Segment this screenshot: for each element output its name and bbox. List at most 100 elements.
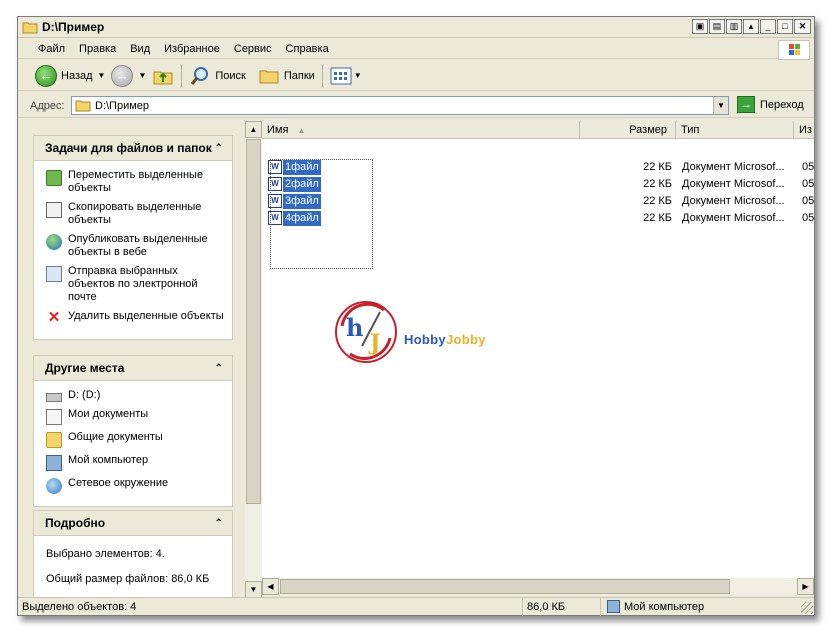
other-places-title: Другие места [45,361,125,375]
address-value: D:\Пример [95,99,150,112]
status-bar: Выделено объектов: 4 86,0 КБ Мой компьют… [18,597,814,616]
address-field[interactable]: D:\Пример ▼ [71,96,729,115]
hscroll-thumb[interactable] [280,579,730,594]
task-email[interactable]: Отправка выбранных объектов по электронн… [46,265,224,304]
menu-file[interactable]: Файл [31,43,72,55]
details-header[interactable]: Подробно ⌃ [34,511,232,536]
file-list[interactable]: Имя ▲ Размер Тип Из W 1файл 22 КБ Докуме… [262,121,814,578]
column-size[interactable]: Размер [580,121,676,139]
task-delete-label: Удалить выделенные объекты [68,310,224,322]
toolbar: ← Назад ▼ → ▼ Поиск Папки ▼ [18,61,814,91]
drive-icon [46,393,62,402]
other-places-header[interactable]: Другие места ⌃ [34,356,232,381]
status-location-label: Мой компьютер [624,600,705,613]
place-my-documents-label: Мои документы [68,408,149,420]
up-folder-button[interactable] [149,63,177,89]
search-button[interactable]: Поиск [186,63,248,89]
column-header: Имя ▲ Размер Тип Из [262,121,814,139]
column-type[interactable]: Тип [676,121,794,139]
task-copy[interactable]: Скопировать выделенные объекты [46,201,224,227]
views-dropdown-icon[interactable]: ▼ [354,71,362,80]
extra-button-4[interactable]: ▴ [743,19,759,34]
status-location: Мой компьютер [601,598,704,616]
menu-tools[interactable]: Сервис [227,43,279,55]
computer-icon [607,600,620,613]
copy-icon [46,202,62,218]
place-my-computer[interactable]: Мой компьютер [46,454,224,471]
title-bar[interactable]: D:\Пример ▣ ▤ ▥ ▴ _ □ ✕ [18,17,814,38]
folders-button[interactable]: Папки [255,63,318,89]
column-name[interactable]: Имя ▲ [262,121,580,139]
watermark-text-part2: Jobby [445,332,486,347]
back-label: Назад [61,69,93,82]
folder-icon [22,22,38,34]
menu-help[interactable]: Справка [279,43,336,55]
watermark-text-part1: Hobby [404,332,446,347]
scroll-right-icon[interactable]: ▶ [797,578,814,595]
file-size: 22 КБ [643,161,672,173]
back-dropdown-icon[interactable]: ▼ [98,71,106,80]
file-type: Документ Microsof... [682,178,785,190]
task-publish[interactable]: Опубликовать выделенные объекты в вебе [46,233,224,259]
place-shared-documents[interactable]: Общие документы [46,431,224,448]
file-type: Документ Microsof... [682,195,785,207]
windows-logo-icon [778,40,810,60]
svg-text:h: h [346,313,363,342]
minimize-button[interactable]: _ [760,19,776,34]
task-move[interactable]: Переместить выделенные объекты [46,169,224,195]
column-modified[interactable]: Из [794,121,814,139]
email-icon [46,266,62,282]
scroll-down-icon[interactable]: ▼ [245,581,262,598]
file-tasks-header[interactable]: Задачи для файлов и папок ⌃ [34,136,232,161]
task-pane: Задачи для файлов и папок ⌃ Переместить … [19,121,245,598]
address-dropdown-icon[interactable]: ▼ [713,97,728,114]
forward-arrow-icon: → [111,64,134,87]
menu-bar: Файл Правка Вид Избранное Сервис Справка [18,39,814,60]
folder-icon [46,432,62,448]
views-button[interactable]: ▼ [327,63,365,89]
back-button[interactable]: ← Назад ▼ [32,63,108,89]
go-button[interactable]: → Переход [737,96,804,113]
place-shared-documents-label: Общие документы [68,431,163,443]
place-network[interactable]: Сетевое окружение [46,477,224,494]
collapse-chevron-icon[interactable]: ⌃ [215,363,223,374]
folders-label: Папки [283,69,315,82]
watermark-text: HobbyJobby [404,332,486,347]
scroll-left-icon[interactable]: ◀ [262,578,279,595]
collapse-chevron-icon[interactable]: ⌃ [215,518,223,529]
window-title: D:\Пример [42,20,105,34]
extra-button-2[interactable]: ▤ [709,19,725,34]
hobbyjobby-logo-icon: h J [335,301,397,363]
file-list-hscrollbar[interactable]: ◀ ▶ [262,578,814,595]
task-pane-scrollbar[interactable]: ▲ ▼ [245,121,262,598]
close-button[interactable]: ✕ [794,19,811,34]
scroll-up-icon[interactable]: ▲ [245,121,262,138]
extra-button-3[interactable]: ▥ [726,19,742,34]
menu-favorites[interactable]: Избранное [157,43,227,55]
place-my-documents[interactable]: Мои документы [46,408,224,425]
search-icon [191,66,209,85]
extra-button-1[interactable]: ▣ [692,19,708,34]
details-total-size: Общий размер файлов: 86,0 КБ [46,573,210,585]
maximize-button[interactable]: □ [777,19,793,34]
details-panel: Подробно ⌃ Выбрано элементов: 4. Общий р… [33,510,233,598]
up-folder-icon [153,71,173,84]
computer-icon [46,455,62,471]
other-places-panel: Другие места ⌃ D: (D:) Мои документы Общ… [33,355,233,507]
forward-button[interactable]: → ▼ [108,63,149,89]
address-bar: Адрес: D:\Пример ▼ → Переход [18,94,814,118]
scroll-thumb[interactable] [246,139,261,504]
collapse-chevron-icon[interactable]: ⌃ [215,143,223,154]
forward-dropdown-icon[interactable]: ▼ [138,71,146,80]
file-modified: 05 [802,195,814,207]
task-delete[interactable]: ✕ Удалить выделенные объекты [46,310,224,327]
file-tasks-panel: Задачи для файлов и папок ⌃ Переместить … [33,135,233,340]
menu-edit[interactable]: Правка [72,43,123,55]
address-label: Адрес: [30,99,65,112]
web-publish-icon [46,234,62,250]
menu-view[interactable]: Вид [123,43,157,55]
place-drive-d[interactable]: D: (D:) [46,389,224,402]
go-arrow-icon: → [737,96,755,113]
search-label: Поиск [215,69,246,82]
resize-grip-icon[interactable] [801,602,813,614]
